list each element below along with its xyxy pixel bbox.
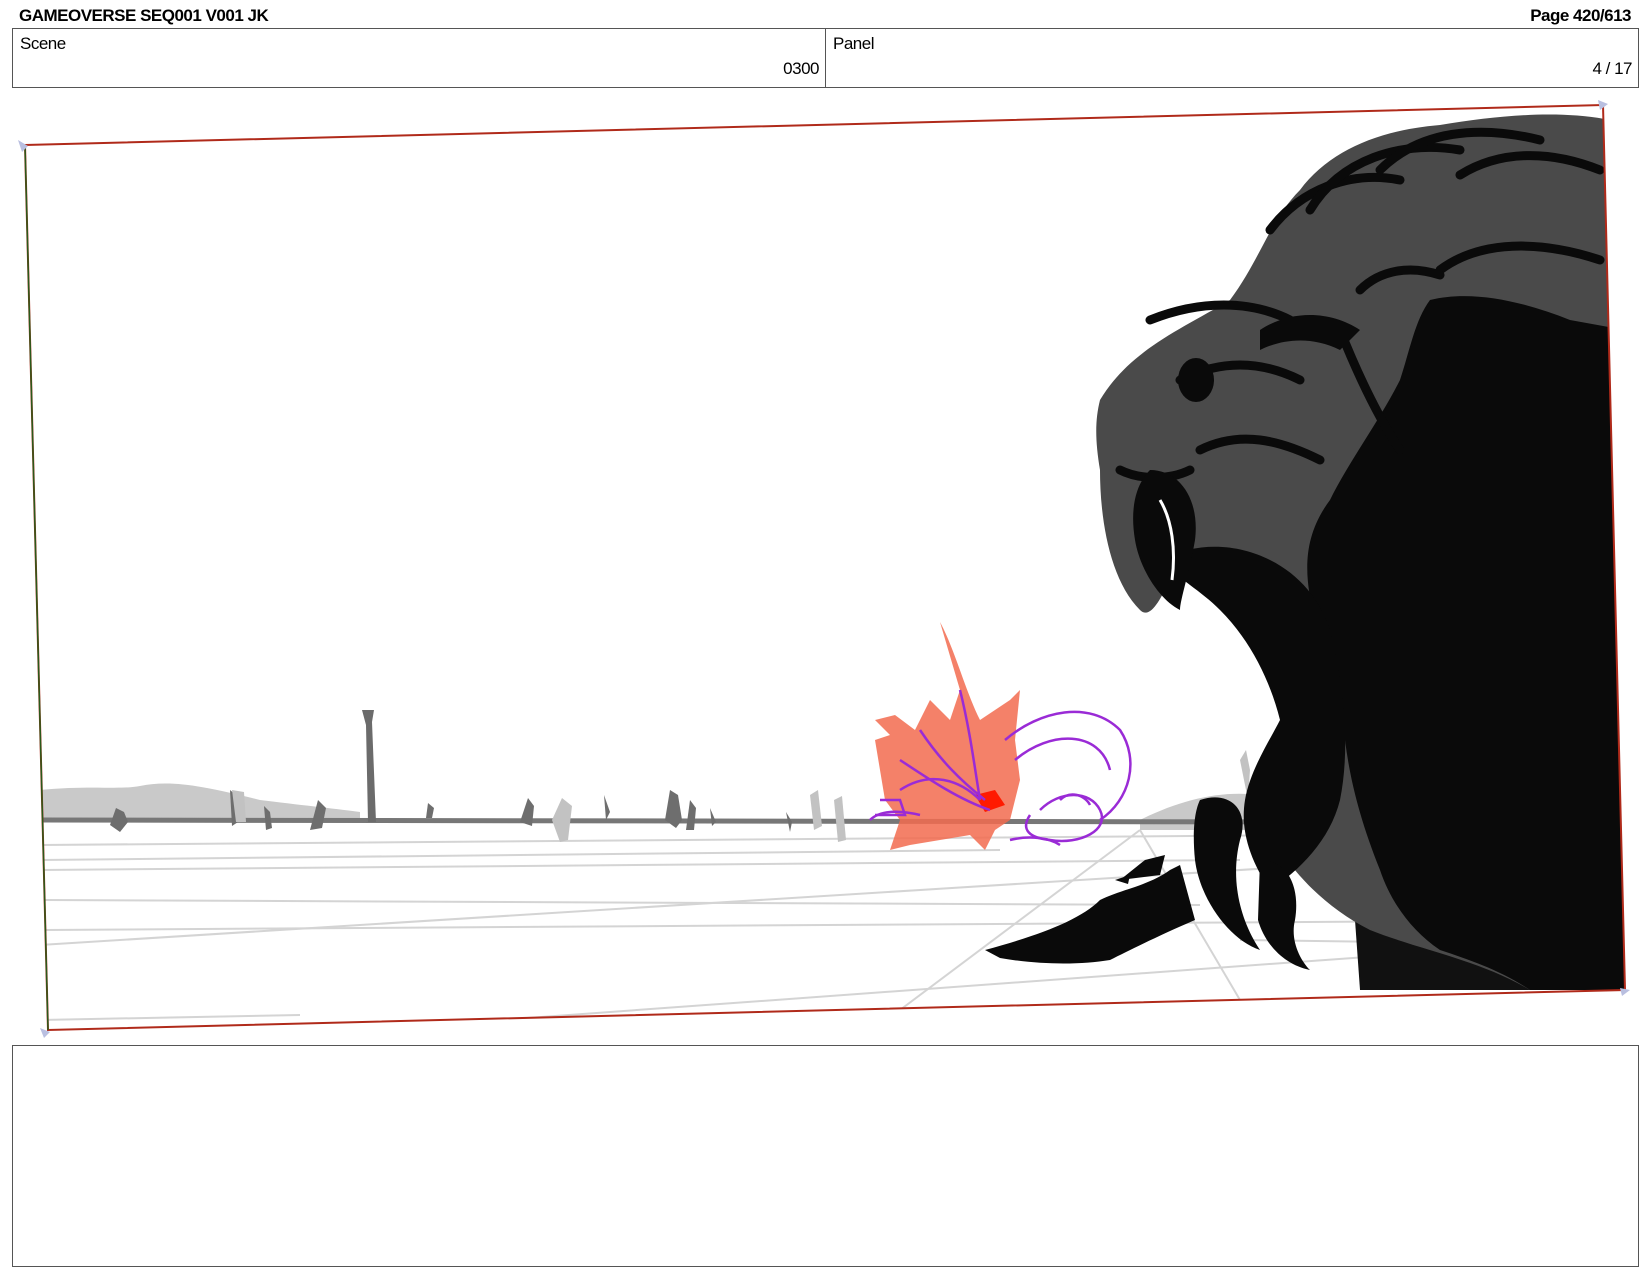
panel-label: Panel [833,34,874,53]
scene-value: 0300 [783,59,819,78]
scene-field: Scene 0300 [12,28,826,88]
panel-value: 4 / 17 [1592,59,1632,78]
storyboard-frame [18,100,1630,1038]
page-number: Page 420/613 [1530,6,1631,25]
panel-field: Panel 4 / 17 [825,28,1639,88]
document-title: GAMEOVERSE SEQ001 V001 JK [19,6,269,25]
scene-label: Scene [20,34,66,53]
creature-eye [1178,358,1214,402]
notes-box [12,1045,1639,1267]
